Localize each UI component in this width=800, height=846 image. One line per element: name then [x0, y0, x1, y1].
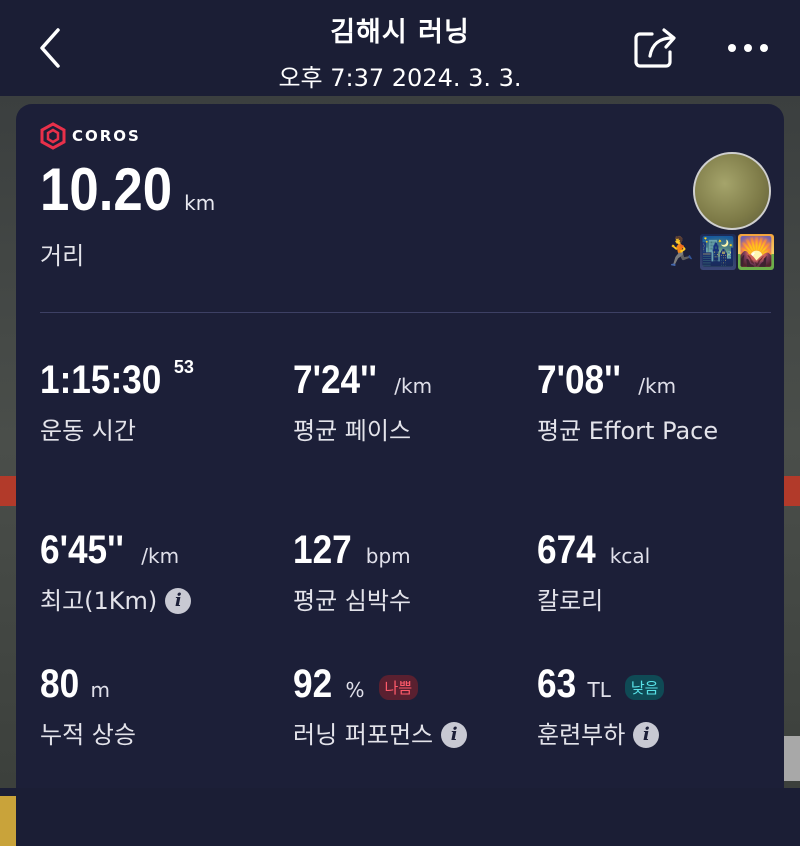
- stat-label: 운동 시간: [40, 417, 136, 445]
- map-road: [782, 476, 800, 506]
- page-title: 김해시 러닝: [330, 17, 470, 48]
- coros-logo-icon: [40, 122, 66, 150]
- stat-avg-heart-rate: 127 bpm 평균 심박수: [293, 530, 411, 620]
- status-badge: 나쁨: [378, 675, 419, 700]
- night-city-emoji: 🌃: [700, 234, 736, 270]
- stat-training-load: 63 TL 낮음 훈련부하 i: [537, 664, 665, 754]
- stat-avg-pace: 7'24'' /km 평균 페이스: [293, 360, 432, 450]
- status-badge: 낮음: [624, 675, 665, 700]
- top-bar: 김해시 러닝 오후 7:37 2024. 3. 3.: [0, 0, 800, 96]
- stat-label: 평균 Effort Pace: [537, 417, 719, 445]
- stat-label: 평균 페이스: [293, 417, 412, 445]
- stat-label: 평균 심박수: [293, 587, 412, 615]
- divider: [40, 312, 771, 313]
- more-dots-icon: [728, 44, 768, 52]
- runner-emoji: 🏃: [662, 235, 698, 268]
- stat-best-1km: 6'45'' /km 최고(1Km) i: [40, 530, 192, 620]
- activity-datetime: 오후 7:37 2024. 3. 3.: [278, 64, 522, 92]
- stat-avg-effort-pace: 7'08'' /km 평균 Effort Pace: [537, 360, 737, 450]
- sunrise-emoji: 🌄: [738, 234, 774, 270]
- stat-calories: 674 kcal 칼로리: [537, 530, 650, 620]
- activity-photo[interactable]: [693, 152, 771, 230]
- brand-logo: COROS: [40, 122, 141, 150]
- distance-label: 거리: [40, 242, 85, 270]
- stat-label: 훈련부하: [537, 721, 626, 749]
- info-icon[interactable]: i: [165, 588, 192, 614]
- activity-emoji-tags: 🏃 🌃 🌄: [662, 234, 774, 270]
- distance-value: 10.20 km: [40, 156, 216, 223]
- stat-duration: 1:15:30 53 운동 시간: [40, 357, 194, 450]
- stat-label: 러닝 퍼포먼스: [293, 721, 434, 749]
- stat-elevation-gain: 80 m 누적 상승: [40, 664, 136, 754]
- brand-name: COROS: [72, 127, 141, 145]
- share-icon: [634, 28, 676, 68]
- stat-label: 누적 상승: [40, 721, 136, 749]
- stat-running-performance: 92 % 나쁨 러닝 퍼포먼스 i: [293, 664, 468, 754]
- info-icon[interactable]: i: [441, 722, 468, 748]
- stat-label: 최고(1Km): [40, 587, 158, 615]
- map-road: [0, 796, 16, 846]
- more-options-button[interactable]: [726, 34, 770, 62]
- stat-label: 칼로리: [537, 587, 604, 615]
- share-button[interactable]: [632, 26, 680, 72]
- info-icon[interactable]: i: [633, 722, 660, 748]
